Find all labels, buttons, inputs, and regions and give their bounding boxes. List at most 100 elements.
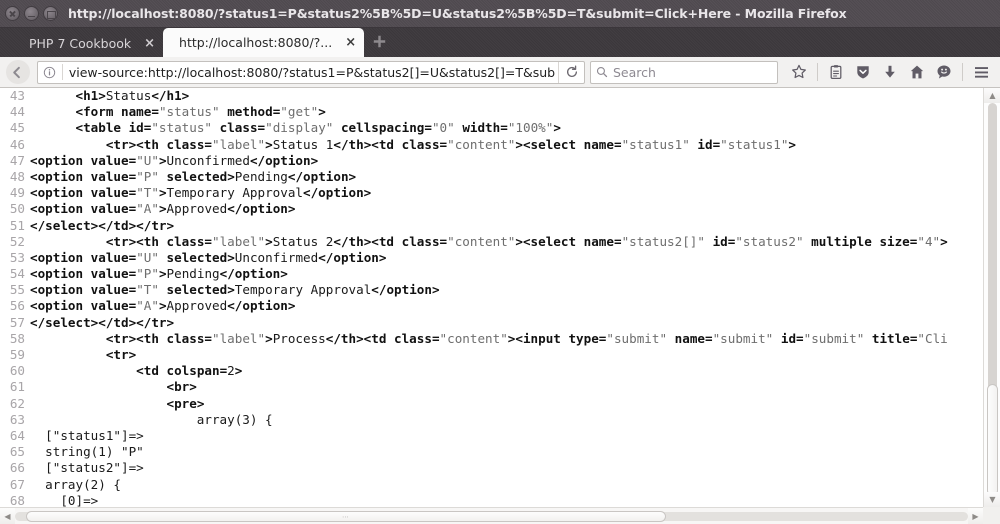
tab-label: PHP 7 Cookbook	[29, 36, 132, 51]
line-number: 63	[9, 411, 25, 427]
maximize-window-button[interactable]	[43, 6, 58, 21]
scroll-down-arrow-icon[interactable]: ▼	[984, 492, 1000, 507]
code-line: 53 <option value="U" selected>Unconfirmed…	[0, 250, 983, 266]
tab-close-icon[interactable]: ×	[144, 37, 155, 50]
line-number: 66	[9, 460, 25, 476]
minimize-window-button[interactable]	[24, 6, 39, 21]
line-number: 62	[9, 395, 25, 411]
search-input[interactable]: Search	[613, 65, 656, 80]
line-number: 67	[9, 476, 25, 492]
line-content: array(3) {	[30, 411, 273, 427]
line-number: 44	[9, 104, 25, 120]
line-content: <table id="status" class="display" cells…	[75, 120, 561, 136]
home-icon[interactable]	[904, 59, 930, 85]
line-number: 59	[9, 347, 25, 362]
line-number: 53	[9, 249, 25, 265]
line-number: 49	[9, 185, 25, 201]
line-content: <tr>	[105, 347, 137, 362]
bookmark-star-icon[interactable]	[786, 59, 812, 85]
line-number: 55	[9, 282, 25, 298]
code-line: 60 <td colspan=2>	[0, 363, 983, 379]
line-number: 64	[9, 427, 25, 443]
vertical-scrollbar[interactable]: ▲ ▼	[983, 88, 1000, 507]
code-line: 43 <h1>Status</h1>	[0, 88, 983, 104]
title-bar: http://localhost:8080/?status1=P&status2…	[0, 0, 1000, 28]
window-title: http://localhost:8080/?status1=P&status2…	[68, 6, 847, 21]
code-line: 45 <table id="status" class="display" ce…	[0, 120, 983, 136]
line-content: <form name="status" method="get">	[75, 104, 326, 120]
line-content: <br>	[166, 379, 197, 395]
scrollbar-corner	[983, 507, 1000, 524]
vertical-scrollbar-thumb[interactable]	[987, 384, 998, 496]
reload-button[interactable]	[558, 61, 584, 83]
page-content: 43 <h1>Status</h1> 44 <form name="status"…	[0, 88, 1000, 524]
pocket-shield-icon[interactable]	[850, 59, 876, 85]
site-info-icon[interactable]	[38, 66, 62, 79]
line-content: </select></td></tr>	[30, 314, 175, 330]
line-number: 56	[9, 298, 25, 314]
toolbar-icons	[786, 59, 994, 85]
line-number: 51	[9, 217, 25, 233]
line-number: 48	[9, 168, 25, 184]
code-line: 67 array(2) {	[0, 477, 983, 493]
line-content: <option value="A">Approved</option>	[30, 201, 296, 217]
url-input[interactable]: view-source:http://localhost:8080/?statu…	[63, 65, 558, 80]
code-lines: 43 <h1>Status</h1> 44 <form name="status"…	[0, 88, 983, 507]
line-number: 45	[9, 120, 25, 136]
tab-localhost-source[interactable]: http://localhost:8080/?... ×	[163, 28, 365, 57]
line-number: 65	[9, 444, 25, 460]
search-bar[interactable]: Search	[590, 60, 778, 84]
line-number: 46	[9, 136, 25, 152]
code-line: 58 <tr><th class="label">Process</th><td…	[0, 331, 983, 347]
toolbar-separator	[962, 63, 963, 81]
code-line: 59 <tr>	[0, 347, 983, 363]
line-content: <option value="U">Unconfirmed</option>	[30, 152, 319, 168]
line-number: 60	[9, 363, 25, 379]
tab-php-7-cookbook[interactable]: PHP 7 Cookbook ×	[13, 30, 163, 57]
code-line: 46 <tr><th class="label">Status 1</th><t…	[0, 137, 983, 153]
menu-hamburger-icon[interactable]	[968, 59, 994, 85]
line-content: <tr><th class="label">Process</th><td cl…	[105, 330, 948, 346]
code-line: 55 <option value="T" selected>Temporary A…	[0, 282, 983, 298]
close-window-button[interactable]	[5, 6, 20, 21]
code-line: 63 array(3) {	[0, 412, 983, 428]
code-line: 66 ["status2"]=>	[0, 460, 983, 476]
address-bar[interactable]: view-source:http://localhost:8080/?statu…	[36, 60, 585, 84]
downloads-icon[interactable]	[877, 59, 903, 85]
line-content: <option value="P">Pending</option>	[30, 266, 288, 282]
line-content: <option value="U" selected>Unconfirmed</…	[30, 249, 387, 265]
scroll-up-arrow-icon[interactable]: ▲	[984, 88, 1000, 103]
scroll-left-arrow-icon[interactable]: ◀	[0, 508, 15, 524]
scroll-right-arrow-icon[interactable]: ▶	[968, 508, 983, 524]
browser-window: http://localhost:8080/?status1=P&status2…	[0, 0, 1000, 524]
line-content: string(1) "P"	[30, 444, 144, 460]
new-tab-button[interactable]	[364, 35, 395, 57]
line-content: array(2) {	[30, 476, 121, 492]
line-number: 61	[9, 379, 25, 395]
line-number: 57	[9, 314, 25, 330]
feedback-smiley-icon[interactable]	[931, 59, 957, 85]
line-content: <option value="A">Approved</option>	[30, 298, 296, 314]
line-content: <option value="T" selected>Temporary App…	[30, 282, 440, 298]
code-line: 65 string(1) "P"	[0, 444, 983, 460]
line-content: ["status2"]=>	[30, 460, 144, 476]
horizontal-scrollbar-thumb[interactable]: ⋯	[26, 511, 666, 522]
line-content: <tr><th class="label">Status 1</th><td c…	[105, 136, 797, 152]
code-line: 61 <br>	[0, 379, 983, 395]
code-line: 51 </select></td></tr>	[0, 218, 983, 234]
horizontal-scrollbar[interactable]: ⋯ ◀ ▶	[0, 507, 983, 524]
reading-list-icon[interactable]	[823, 59, 849, 85]
code-line: 47 <option value="U">Unconfirmed</option>	[0, 153, 983, 169]
line-number: 52	[9, 233, 25, 249]
line-content: <pre>	[166, 395, 205, 411]
line-content: <tr><th class="label">Status 2</th><td c…	[105, 233, 948, 249]
line-number: 50	[9, 201, 25, 217]
back-button[interactable]	[6, 60, 30, 84]
toolbar-separator	[817, 63, 818, 81]
view-source-code[interactable]: 43 <h1>Status</h1> 44 <form name="status"…	[0, 88, 983, 507]
line-content: [0]=>	[30, 492, 99, 507]
code-line: 50 <option value="A">Approved</option>	[0, 201, 983, 217]
code-line: 57 </select></td></tr>	[0, 315, 983, 331]
tab-close-icon[interactable]: ×	[345, 36, 356, 49]
navigation-toolbar: view-source:http://localhost:8080/?statu…	[0, 57, 1000, 88]
